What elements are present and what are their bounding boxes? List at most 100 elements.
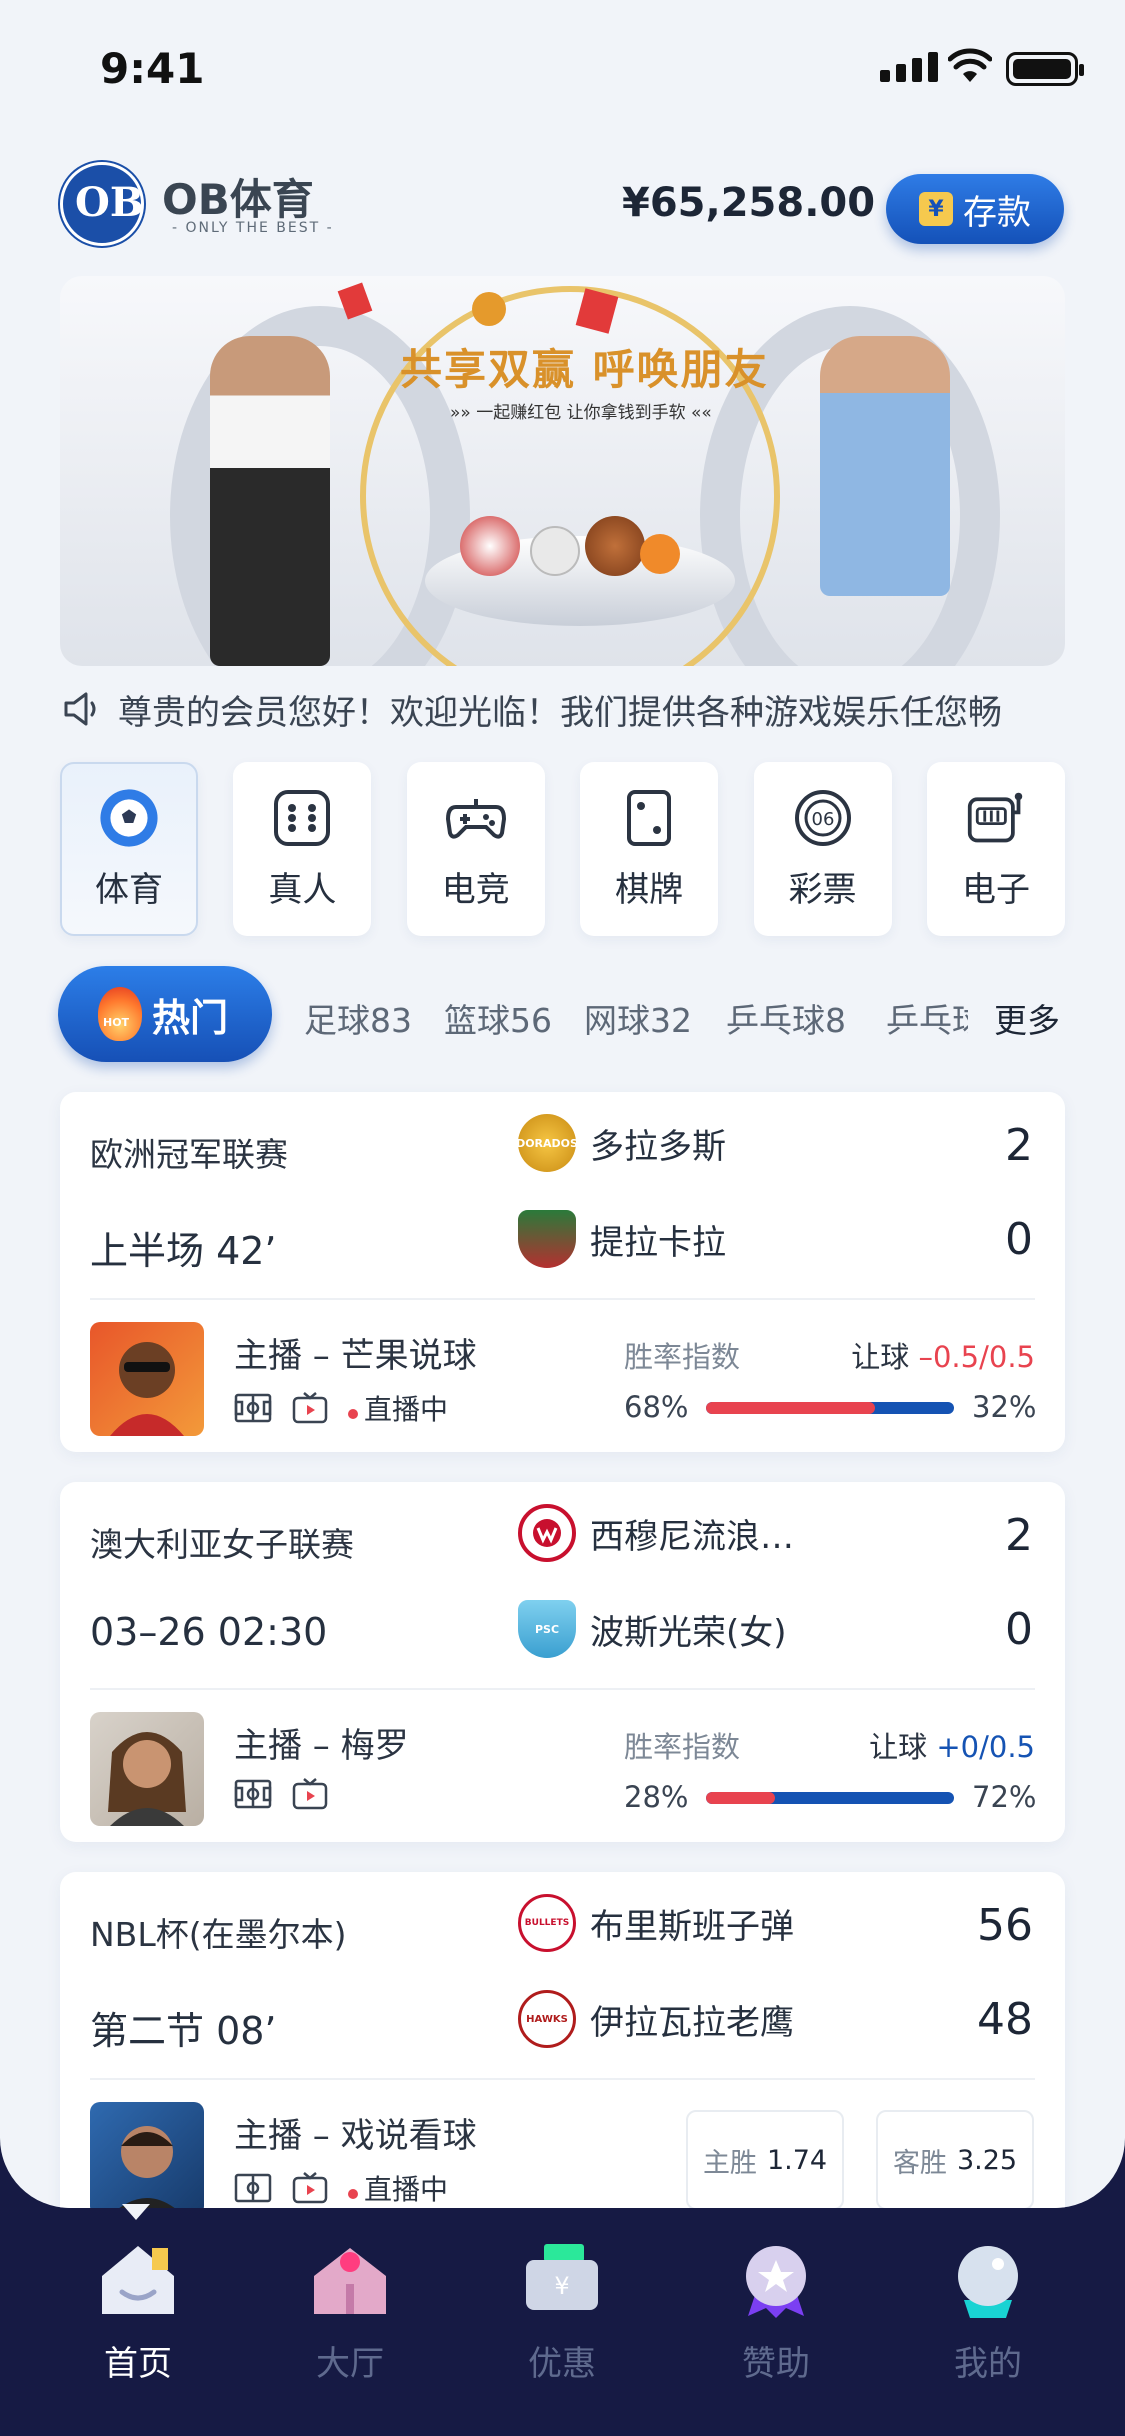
nav-home[interactable]: 首页 bbox=[68, 2240, 208, 2385]
stream-icons: 直播中 bbox=[234, 2168, 448, 2208]
match-time: 03–26 02:30 bbox=[90, 1610, 328, 1654]
active-tab-pointer bbox=[122, 2204, 150, 2220]
soccer-ball-icon bbox=[99, 788, 159, 848]
streamer-avatar[interactable] bbox=[90, 1712, 204, 1826]
match-card[interactable]: 欧洲冠军联赛 上半场 42’ DORADOS 多拉多斯 2 提拉卡拉 0 主播 … bbox=[60, 1092, 1065, 1452]
category-esports[interactable]: 电竞 bbox=[406, 762, 545, 936]
streamer-name: 主播 – 芒果说球 bbox=[234, 1336, 477, 1376]
tv-live-icon[interactable] bbox=[292, 2172, 328, 2204]
streamer-avatar[interactable] bbox=[90, 2102, 204, 2208]
perth-glory-badge-icon: PSC bbox=[518, 1600, 576, 1658]
odds-home-win-button[interactable]: 主胜 1.74 bbox=[686, 2110, 844, 2208]
live-dot-icon bbox=[348, 1409, 358, 1419]
odds-away-win-button[interactable]: 客胜 3.25 bbox=[876, 2110, 1034, 2208]
live-status: 直播中 bbox=[348, 1388, 448, 1428]
banner-volleyball-icon bbox=[530, 526, 580, 576]
category-label: 电子 bbox=[961, 869, 1030, 910]
status-bar: 9:41 bbox=[0, 0, 1125, 140]
league-name: 欧洲冠军联赛 bbox=[90, 1135, 288, 1174]
tab-tennis[interactable]: 网球32 bbox=[584, 994, 692, 1042]
pitch-icon[interactable] bbox=[234, 1779, 272, 1809]
tab-hot[interactable]: HOT 热门 bbox=[58, 966, 272, 1062]
category-lottery[interactable]: 06 彩票 bbox=[753, 762, 892, 936]
gamepad-icon bbox=[445, 788, 506, 848]
nav-label: 赞助 bbox=[742, 2344, 810, 2384]
tijuana-badge-icon bbox=[518, 1210, 576, 1268]
tab-table-tennis[interactable]: 乒乓球8 bbox=[726, 994, 846, 1042]
win-rate-label: 胜率指数 bbox=[624, 1340, 741, 1374]
nav-lobby[interactable]: 大厅 bbox=[280, 2240, 420, 2385]
dorados-badge-icon: DORADOS bbox=[516, 1114, 578, 1172]
card-divider bbox=[90, 2078, 1035, 2080]
category-slots[interactable]: 电子 bbox=[926, 762, 1065, 936]
match-card[interactable]: 澳大利亚女子联赛 03–26 02:30 西穆尼流浪… 2 PSC 波斯光荣(女… bbox=[60, 1482, 1065, 1842]
category-live[interactable]: 真人 bbox=[233, 762, 372, 936]
match-time: 第二节 08’ bbox=[90, 2009, 277, 2053]
live-label: 直播中 bbox=[364, 2173, 449, 2206]
match-time: 上半场 42’ bbox=[90, 1229, 277, 1273]
wifi-icon bbox=[948, 48, 992, 82]
team-name: 波斯光荣(女) bbox=[590, 1612, 787, 1653]
hot-badge: HOT bbox=[103, 1016, 130, 1029]
home-score: 2 bbox=[1005, 1510, 1033, 1561]
ob-logo-icon[interactable]: OB bbox=[60, 162, 144, 246]
wallet-balance[interactable]: ¥65,258.00 bbox=[622, 180, 875, 226]
home-win-pct: 28% bbox=[624, 1780, 689, 1814]
away-win-pct: 72% bbox=[972, 1780, 1037, 1814]
streamer-avatar[interactable] bbox=[90, 1322, 204, 1436]
nav-label: 优惠 bbox=[528, 2344, 596, 2384]
deposit-button[interactable]: ¥ 存款 bbox=[886, 174, 1064, 244]
league-name: NBL杯(在墨尔本) bbox=[90, 1915, 347, 1954]
tab-hot-label: 热门 bbox=[152, 995, 229, 1040]
card-divider bbox=[90, 1298, 1035, 1300]
dice-icon bbox=[272, 788, 332, 848]
tab-table-tennis-2[interactable]: 乒乓球 bbox=[886, 994, 968, 1042]
home-team: BULLETS 布里斯班子弹 bbox=[518, 1894, 794, 1952]
banner-subtitle: »» 一起赚红包 让你拿钱到手软 «« bbox=[450, 403, 712, 423]
handicap: 让球 +0/0.5 bbox=[869, 1724, 1035, 1766]
stream-icons bbox=[234, 1778, 328, 1810]
card-divider bbox=[90, 1688, 1035, 1690]
tv-live-icon[interactable] bbox=[292, 1392, 328, 1424]
brand-name: OB体育 bbox=[162, 175, 314, 224]
nav-label: 我的 bbox=[954, 2344, 1022, 2384]
nav-sponsor[interactable]: 赞助 bbox=[706, 2240, 846, 2385]
nav-profile[interactable]: 我的 bbox=[918, 2240, 1058, 2385]
notice-marquee[interactable]: 尊贵的会员您好！欢迎光临！我们提供各种游戏娱乐任您畅 bbox=[62, 684, 1062, 734]
cellular-signal-icon bbox=[880, 52, 938, 82]
bullets-badge-icon: BULLETS bbox=[518, 1894, 576, 1952]
notice-text: 尊贵的会员您好！欢迎光临！我们提供各种游戏娱乐任您畅 bbox=[118, 692, 1002, 733]
banner-basketball-icon bbox=[640, 534, 680, 574]
battery-icon bbox=[1006, 52, 1084, 86]
streamer-name: 主播 – 梅罗 bbox=[234, 1726, 409, 1766]
app-screen: 9:41 OB OB体育 - ONLY THE BEST - ¥65,258.0… bbox=[0, 0, 1125, 2208]
home-score: 56 bbox=[977, 1900, 1033, 1951]
category-sports[interactable]: 体育 bbox=[60, 762, 198, 936]
promo-banner[interactable]: 共享双赢 呼唤朋友 »» 一起赚红包 让你拿钱到手软 «« bbox=[60, 276, 1065, 666]
brand-slogan: - ONLY THE BEST - bbox=[172, 220, 334, 236]
win-rate-label: 胜率指数 bbox=[624, 1730, 741, 1764]
tab-football[interactable]: 足球83 bbox=[304, 994, 412, 1042]
win-rate-bar-fill bbox=[706, 1402, 875, 1414]
banner-ball-icon bbox=[472, 292, 506, 326]
pitch-icon[interactable] bbox=[234, 2173, 272, 2203]
match-card[interactable]: NBL杯(在墨尔本) 第二节 08’ BULLETS 布里斯班子弹 56 HAW… bbox=[60, 1872, 1065, 2208]
handicap-value: –0.5/0.5 bbox=[918, 1340, 1035, 1374]
status-time: 9:41 bbox=[100, 44, 205, 93]
live-label: 直播中 bbox=[364, 1393, 449, 1426]
banner-player-4 bbox=[820, 336, 950, 596]
tab-basketball[interactable]: 篮球56 bbox=[444, 994, 552, 1042]
away-win-pct: 32% bbox=[972, 1390, 1037, 1424]
lottery-ball-icon: 06 bbox=[793, 788, 853, 848]
tab-more[interactable]: 更多 bbox=[994, 994, 1060, 1042]
pitch-icon[interactable] bbox=[234, 1393, 272, 1423]
odds-value: 3.25 bbox=[956, 2144, 1018, 2176]
category-chess-cards[interactable]: 棋牌 bbox=[580, 762, 719, 936]
tv-live-icon[interactable] bbox=[292, 1778, 328, 1810]
category-label: 体育 bbox=[95, 869, 163, 910]
live-status: 直播中 bbox=[348, 2168, 448, 2208]
stream-icons: 直播中 bbox=[234, 1388, 448, 1428]
home-icon bbox=[102, 2246, 174, 2314]
handicap-label: 让球 bbox=[869, 1730, 928, 1764]
nav-promotions[interactable]: ¥ 优惠 bbox=[492, 2240, 632, 2385]
